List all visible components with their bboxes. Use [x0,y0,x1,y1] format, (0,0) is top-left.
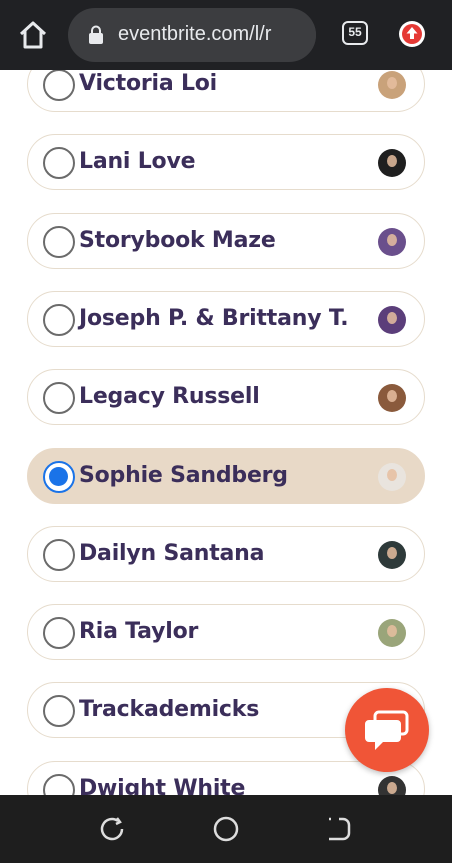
avatar-face [387,625,397,638]
option-label: Storybook Maze [79,227,276,253]
option-label: Dwight White [79,775,246,795]
radio-unselected[interactable] [43,773,75,795]
avatar [378,619,406,648]
lock-icon [89,25,103,44]
avatar-face [387,233,397,246]
avatar-face [387,468,397,481]
avatar [378,227,406,256]
option-sophie-sandberg[interactable]: Sophie Sandberg [27,447,425,504]
avatar-face [387,311,397,324]
radio-unselected[interactable] [43,225,75,258]
option-joseph-p-brittany-t[interactable]: Joseph P. & Brittany T. [27,290,425,347]
option-label: Ria Taylor [79,619,199,645]
option-label: Trackademicks [79,697,260,723]
url-text: eventbrite.com/l/r [118,23,272,45]
option-label: Joseph P. & Brittany T. [79,305,349,331]
system-nav-bar [0,795,452,863]
recent-apps-icon[interactable] [98,815,126,843]
radio-unselected[interactable] [43,303,75,336]
chat-icon [365,710,409,750]
update-icon[interactable] [398,20,426,48]
speaker-options-list: Victoria Loi Lani Love Storybook Maze Josep… [0,70,452,795]
avatar [378,540,406,569]
option-lani-love[interactable]: Lani Love [27,134,425,191]
avatar [378,775,406,795]
avatar [378,305,406,334]
avatar [378,384,406,413]
tab-switcher-button[interactable]: 55 [342,21,368,45]
option-legacy-russell[interactable]: Legacy Russell [27,369,425,426]
option-label: Victoria Loi [79,71,218,96]
option-dailyn-santana[interactable]: Dailyn Santana [27,525,425,582]
radio-unselected[interactable] [43,70,75,101]
avatar-face [387,390,397,403]
radio-unselected[interactable] [43,617,75,650]
radio-unselected[interactable] [43,695,75,728]
chat-button[interactable] [345,688,429,772]
option-label: Legacy Russell [79,384,260,410]
avatar [378,462,406,491]
back-icon[interactable] [325,815,353,843]
option-victoria-loi[interactable]: Victoria Loi [27,70,425,112]
radio-unselected[interactable] [43,382,75,415]
option-storybook-maze[interactable]: Storybook Maze [27,212,425,269]
avatar-face [387,546,397,559]
home-icon[interactable] [16,18,50,52]
browser-toolbar: eventbrite.com/l/r 55 [0,0,452,70]
url-fade [290,8,316,62]
avatar-face [387,155,397,168]
avatar-face [387,781,397,794]
option-label: Sophie Sandberg [79,462,288,488]
radio-unselected[interactable] [43,538,75,571]
option-label: Dailyn Santana [79,540,265,566]
avatar-face [387,77,397,89]
avatar [378,149,406,178]
option-ria-taylor[interactable]: Ria Taylor [27,604,425,661]
radio-selected[interactable] [43,460,75,493]
home-circle-icon[interactable] [212,815,240,843]
address-bar[interactable]: eventbrite.com/l/r [68,8,316,62]
avatar [378,71,406,99]
option-label: Lani Love [79,149,196,175]
radio-unselected[interactable] [43,147,75,180]
